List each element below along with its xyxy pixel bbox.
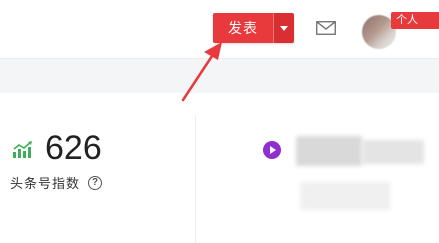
publish-button[interactable]: 发表 [213,13,273,43]
index-value: 626 [45,129,102,167]
publish-menu-toggle[interactable] [273,13,294,43]
play-circle-icon [263,141,281,159]
annotation-arrow-icon [181,42,222,102]
question-icon[interactable]: ? [88,176,102,190]
caret-down-icon [280,25,288,31]
blurred-content [362,140,424,164]
column-divider [195,115,196,243]
index-label: 头条号指数 [10,176,81,191]
trend-chart-icon [13,141,32,158]
personal-badge[interactable]: 个人 [391,12,439,29]
page: 发表 个人 626 头条号指数 ? [0,0,439,243]
mail-icon[interactable] [316,21,336,35]
blurred-content [300,182,390,210]
publish-button-group: 发表 [213,13,294,43]
blurred-content [296,136,362,166]
